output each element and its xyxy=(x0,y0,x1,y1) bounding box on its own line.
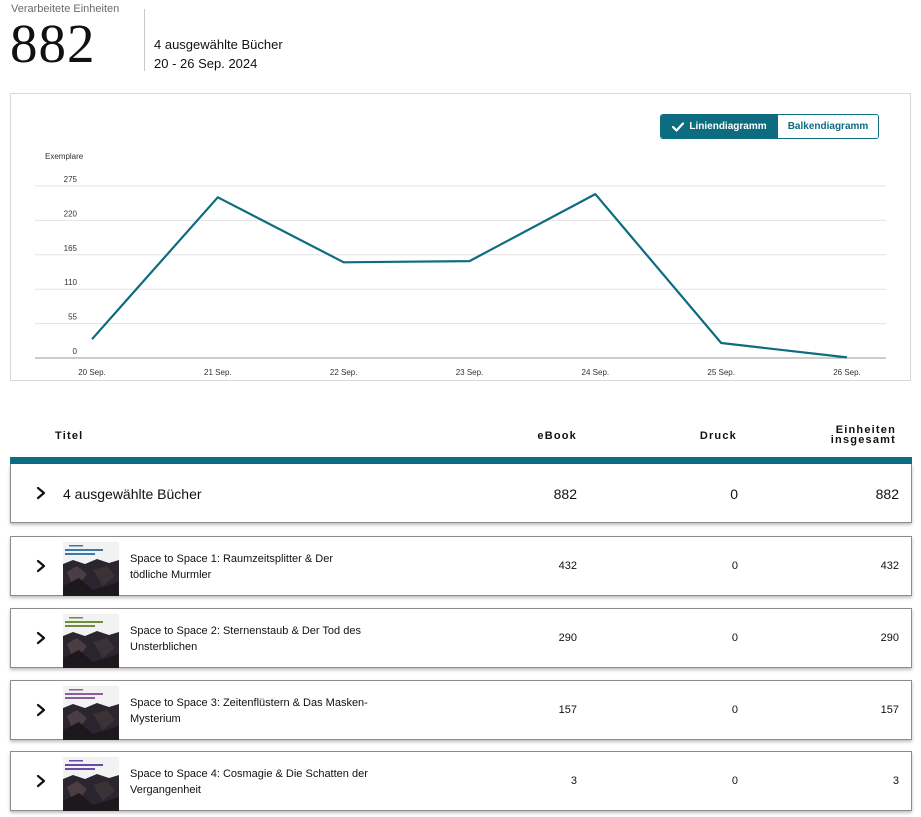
book-title-line2: Mysterium xyxy=(130,713,181,725)
total-row-label: 4 ausgewählte Bücher xyxy=(63,486,202,502)
column-header-total-line2: insgesamt xyxy=(830,434,896,446)
book-title-line2: Unsterblichen xyxy=(130,641,198,653)
x-tick-label: 22 Sep. xyxy=(330,368,358,377)
y-tick-label: 220 xyxy=(64,209,78,218)
column-header-title: Titel xyxy=(55,430,84,442)
book-title[interactable]: Space to Space 3: Zeitenflüstern & Das M… xyxy=(130,695,400,727)
book-title-line1: Space to Space 3: Zeitenflüstern & Das M… xyxy=(130,697,368,709)
book-total-units: 157 xyxy=(880,704,899,716)
total-row-ebook: 882 xyxy=(553,486,577,502)
table-header-accent-bar xyxy=(10,457,912,464)
book-title-line1: Space to Space 1: Raumzeitsplitter & Der xyxy=(130,553,333,565)
book-title-line1: Space to Space 2: Sternenstaub & Der Tod… xyxy=(130,625,361,637)
book-title-line1: Space to Space 4: Cosmagie & Die Schatte… xyxy=(130,768,368,780)
total-row-print: 0 xyxy=(730,486,738,502)
x-tick-label: 23 Sep. xyxy=(456,368,484,377)
book-ebook-units: 3 xyxy=(570,775,577,787)
book-ebook-units: 432 xyxy=(558,560,577,572)
column-header-ebook: eBook xyxy=(537,430,577,442)
chevron-right-icon[interactable] xyxy=(34,486,48,500)
book-print-units: 0 xyxy=(731,775,738,787)
book-cover-image xyxy=(63,614,119,668)
series-line xyxy=(91,192,848,359)
book-cover-image xyxy=(63,542,119,596)
column-header-print: Druck xyxy=(699,430,737,442)
book-print-units: 0 xyxy=(731,704,738,716)
book-title-line2: tödliche Murmler xyxy=(130,569,212,581)
book-total-units: 290 xyxy=(880,632,899,644)
summary-books-selected: 4 ausgewählte Bücher xyxy=(154,37,283,52)
summary-divider xyxy=(144,9,145,71)
y-tick-label: 55 xyxy=(68,313,77,322)
book-row[interactable]: Space to Space 1: Raumzeitsplitter & Der… xyxy=(10,536,912,596)
book-cover-image xyxy=(63,757,119,811)
summary-value: 882 xyxy=(10,13,96,74)
chevron-right-icon[interactable] xyxy=(34,559,48,573)
book-row[interactable]: Space to Space 4: Cosmagie & Die Schatte… xyxy=(10,751,912,811)
book-title-line2: Vergangenheit xyxy=(130,784,201,796)
book-title[interactable]: Space to Space 2: Sternenstaub & Der Tod… xyxy=(130,623,400,655)
book-cover-art xyxy=(63,542,119,596)
x-tick-label: 25 Sep. xyxy=(707,368,735,377)
y-tick-label: 275 xyxy=(64,175,78,184)
chevron-right-icon[interactable] xyxy=(34,631,48,645)
chevron-right-icon[interactable] xyxy=(34,774,48,788)
book-ebook-units: 290 xyxy=(558,632,577,644)
book-row[interactable]: Space to Space 2: Sternenstaub & Der Tod… xyxy=(10,608,912,668)
y-tick-label: 165 xyxy=(64,244,78,253)
total-row-total: 882 xyxy=(875,486,899,502)
book-print-units: 0 xyxy=(731,560,738,572)
y-tick-label: 110 xyxy=(64,278,77,287)
book-total-units: 3 xyxy=(892,775,899,787)
book-cover-art xyxy=(63,686,119,740)
book-title[interactable]: Space to Space 1: Raumzeitsplitter & Der… xyxy=(130,551,400,583)
summary-date-range: 20 - 26 Sep. 2024 xyxy=(154,56,258,71)
column-header-total-units: Einheiten insgesamt xyxy=(830,425,896,446)
book-title[interactable]: Space to Space 4: Cosmagie & Die Schatte… xyxy=(130,766,400,798)
book-ebook-units: 157 xyxy=(558,704,577,716)
x-tick-label: 20 Sep. xyxy=(78,368,106,377)
book-row[interactable]: Space to Space 3: Zeitenflüstern & Das M… xyxy=(10,680,912,740)
book-cover-art xyxy=(63,757,119,811)
chart-panel: Liniendiagramm Balkendiagramm Exemplare 0… xyxy=(10,93,911,381)
book-cover-image xyxy=(63,686,119,740)
x-tick-label: 24 Sep. xyxy=(582,368,610,377)
book-print-units: 0 xyxy=(731,632,738,644)
total-row[interactable]: 4 ausgewählte Bücher 882 0 882 xyxy=(10,464,912,523)
x-tick-label: 26 Sep. xyxy=(833,368,861,377)
y-tick-label: 0 xyxy=(73,347,78,356)
line-chart: Exemplare 0 55 110 165 220 275 20 Sep. 21 Sep. 22… xyxy=(35,152,886,377)
x-tick-label: 21 Sep. xyxy=(204,368,232,377)
book-cover-art xyxy=(63,614,119,668)
y-axis-label: Exemplare xyxy=(45,152,84,161)
chevron-right-icon[interactable] xyxy=(34,703,48,717)
book-total-units: 432 xyxy=(880,560,899,572)
